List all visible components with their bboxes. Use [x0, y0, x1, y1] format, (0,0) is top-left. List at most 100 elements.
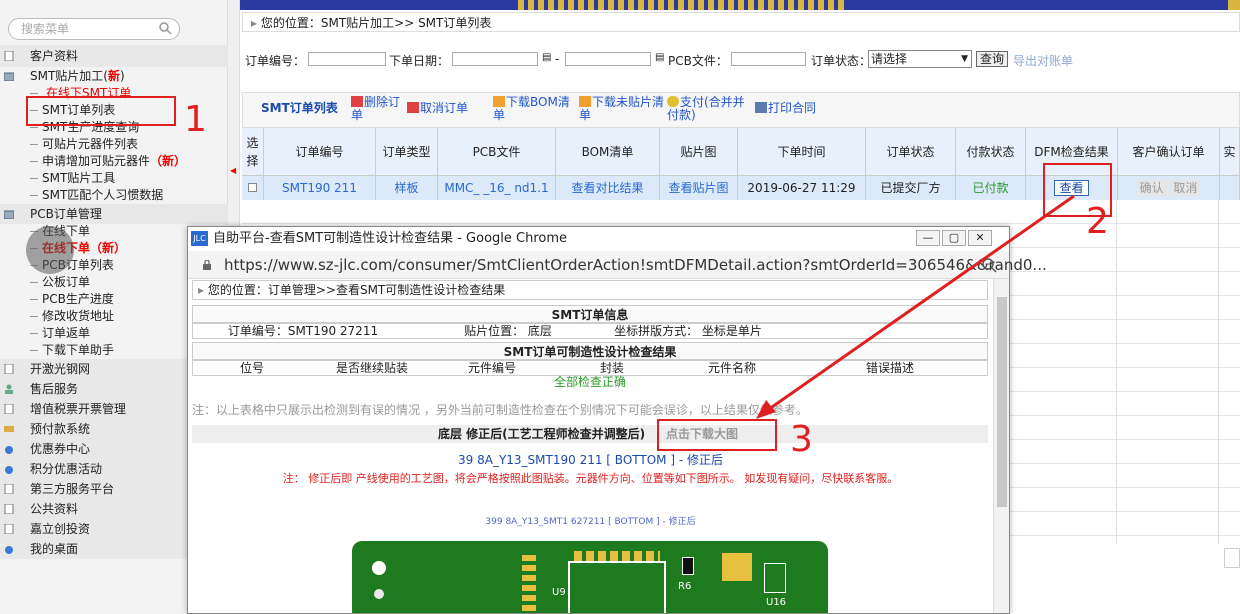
search-input[interactable]: 搜索菜单: [8, 18, 180, 40]
table-header: 客户确认订单: [1118, 128, 1220, 176]
pay-button[interactable]: 支付(合并并付款): [667, 96, 751, 122]
screen: 搜索菜单 客户资料 SMT贴片加工(新) 在线下SMT订单 SMT订单列表 SM…: [0, 0, 1240, 614]
document-icon: [4, 51, 14, 61]
close-button[interactable]: ✕: [968, 230, 992, 246]
pcb-file-label: PCB文件：: [668, 54, 728, 68]
order-time-cell: 2019-06-27 11:29: [738, 176, 866, 200]
drop-icon: [5, 466, 13, 474]
document-icon: [4, 404, 14, 414]
status-select[interactable]: 请选择 ▼: [868, 50, 972, 68]
col-package: 封装: [599, 361, 624, 375]
pcb-file-input[interactable]: [731, 52, 806, 66]
col-part-name: 元件名称: [707, 361, 756, 375]
col-part-no: 元件编号: [467, 361, 516, 375]
popup-title: 自助平台-查看SMT可制造性设计检查结果 - Google Chrome: [213, 231, 568, 246]
annotation-number-1: 1: [184, 99, 207, 140]
order-no-cell[interactable]: SMT190 211: [264, 176, 376, 200]
minimize-button[interactable]: —: [916, 230, 940, 246]
download-unplaced-button[interactable]: 下载未贴片清单: [579, 96, 667, 122]
table-header: PCB文件: [438, 128, 556, 176]
delete-order-button[interactable]: 删除订单: [351, 96, 407, 122]
order-status-cell: 已提交厂方: [866, 176, 956, 200]
maximize-button[interactable]: ▢: [942, 230, 966, 246]
coin-icon: [667, 96, 679, 107]
confirm-button[interactable]: 确认: [1136, 180, 1167, 196]
table-header: 实: [1220, 128, 1240, 176]
image-caption: 399 8A_Y13_SMT1 627211 [ BOTTOM ] - 修正后: [485, 517, 696, 527]
col-continue: 是否继续贴装: [335, 361, 408, 375]
download-bom-button[interactable]: 下载BOM清单: [493, 96, 577, 122]
sidebar-sub-smt-apply[interactable]: 申请增加可贴元器件（新）: [0, 153, 228, 170]
warning-note: 注： 修正后即 产线使用的工艺图，将会严格按照此图贴装。元器件方向、位置等如下图…: [282, 472, 899, 485]
popup-scrollbar[interactable]: [993, 279, 1009, 613]
table-header: 付款状态: [956, 128, 1026, 176]
search-icon[interactable]: [158, 21, 172, 35]
table-header: 贴片图: [660, 128, 738, 176]
touch-indicator: [26, 226, 74, 274]
order-no-input[interactable]: [308, 52, 386, 66]
result-section-title: SMT订单可制造性设计检查结果: [192, 342, 988, 360]
corrected-image-link[interactable]: 39 8A_Y13_SMT190 211 [ BOTTOM ] - 修正后: [188, 451, 993, 469]
pay-status-cell: 已付款: [956, 176, 1026, 200]
cancel-order-button[interactable]: 取消订单: [407, 102, 468, 115]
date-label: 下单日期：: [389, 54, 450, 68]
toolbar: SMT订单列表 删除订单 取消订单 下载BOM清单 下载未贴片清单 支付(合并并…: [242, 92, 1240, 128]
scrollbar-thumb[interactable]: [997, 297, 1007, 507]
address-bar[interactable]: https://www.sz-jlc.com/consumer/SmtClien…: [188, 251, 1047, 279]
date-to-input[interactable]: [565, 52, 651, 66]
order-no-label: 订单编号：: [245, 54, 306, 68]
pcb-file-cell[interactable]: MMC_ _16_ nd1.1: [438, 176, 556, 200]
breadcrumb: ▸ 您的位置：SMT贴片加工>> SMT订单列表: [242, 12, 1240, 32]
card-icon: [4, 426, 14, 432]
all-ok-text: 全部检查正确: [553, 375, 626, 389]
drop-icon: [5, 446, 13, 454]
status-label: 订单状态：: [811, 54, 872, 68]
popup-breadcrumb: ▸ 您的位置：订单管理>>查看SMT可制造性设计检查结果: [198, 283, 506, 297]
pager-stub[interactable]: [1224, 548, 1240, 568]
folder-icon: [4, 210, 14, 219]
pcb-label-u16: U16: [766, 597, 787, 608]
table-header: 下单时间: [738, 128, 866, 176]
top-banner: [228, 0, 1240, 10]
print-contract-button[interactable]: 打印合同: [755, 102, 816, 115]
zoom-icon[interactable]: [981, 257, 997, 273]
bottom-layer-label: 底层 修正后(工艺工程师检查并调整后): [438, 427, 646, 441]
pcb-bottom-image: U9 R6 U16: [352, 541, 828, 613]
info-section-title: SMT订单信息: [192, 305, 988, 323]
cancel-icon: [407, 102, 419, 113]
sidebar-item-customer[interactable]: 客户资料: [0, 47, 228, 65]
download-icon: [579, 96, 591, 107]
calendar-icon[interactable]: ▤: [655, 52, 664, 63]
more-cell: [1220, 176, 1240, 200]
annotation-number-3: 3: [790, 419, 813, 460]
pcb-label-r6: R6: [678, 581, 692, 592]
document-icon: [4, 364, 14, 374]
disclaimer-note: 注：以上表格中只展示出检测到有误的情况 ，另外当前可制造性检查在个别情况下可能会…: [192, 403, 808, 417]
sidebar-item-pcb[interactable]: PCB订单管理: [0, 205, 228, 223]
info-order-no: 订单编号：SMT190 27211: [227, 324, 379, 338]
document-icon: [4, 524, 14, 534]
lock-icon: [203, 260, 211, 270]
filter-bar: 订单编号： 下单日期： ▤ - ▤ PCB文件： 订单状态： 请选择 ▼ 查询 导…: [242, 50, 1240, 70]
cancel-button[interactable]: 取消: [1170, 180, 1201, 196]
chevron-down-icon: ▼: [961, 54, 968, 64]
annotation-number-2: 2: [1086, 201, 1109, 242]
popup-titlebar: JLC 自助平台-查看SMT可制造性设计检查结果 - Google Chrome…: [188, 227, 1009, 251]
download-icon: [493, 96, 505, 107]
toolbar-title: SMT订单列表: [261, 101, 338, 115]
date-from-input[interactable]: [452, 52, 538, 66]
calendar-icon[interactable]: ▤: [542, 52, 551, 63]
export-statement-link[interactable]: 导出对账单: [1013, 52, 1073, 69]
sidebar-item-smt[interactable]: SMT贴片加工(新): [0, 67, 228, 85]
sidebar-sub-smt-habits[interactable]: SMT匹配个人习惯数据: [0, 187, 228, 204]
query-button[interactable]: 查询: [976, 51, 1009, 67]
view-bom-compare-link[interactable]: 查看对比结果: [556, 176, 660, 200]
url-text: https://www.sz-jlc.com/consumer/SmtClien…: [224, 256, 1047, 274]
date-separator: -: [555, 52, 560, 66]
sidebar-sub-smt-tools[interactable]: SMT贴片工具: [0, 170, 228, 187]
view-chip-map-link[interactable]: 查看贴片图: [660, 176, 738, 200]
printer-icon: [755, 102, 767, 113]
row-checkbox[interactable]: [242, 176, 264, 200]
table-header: 选择: [242, 128, 264, 176]
drop-icon: [5, 546, 13, 554]
